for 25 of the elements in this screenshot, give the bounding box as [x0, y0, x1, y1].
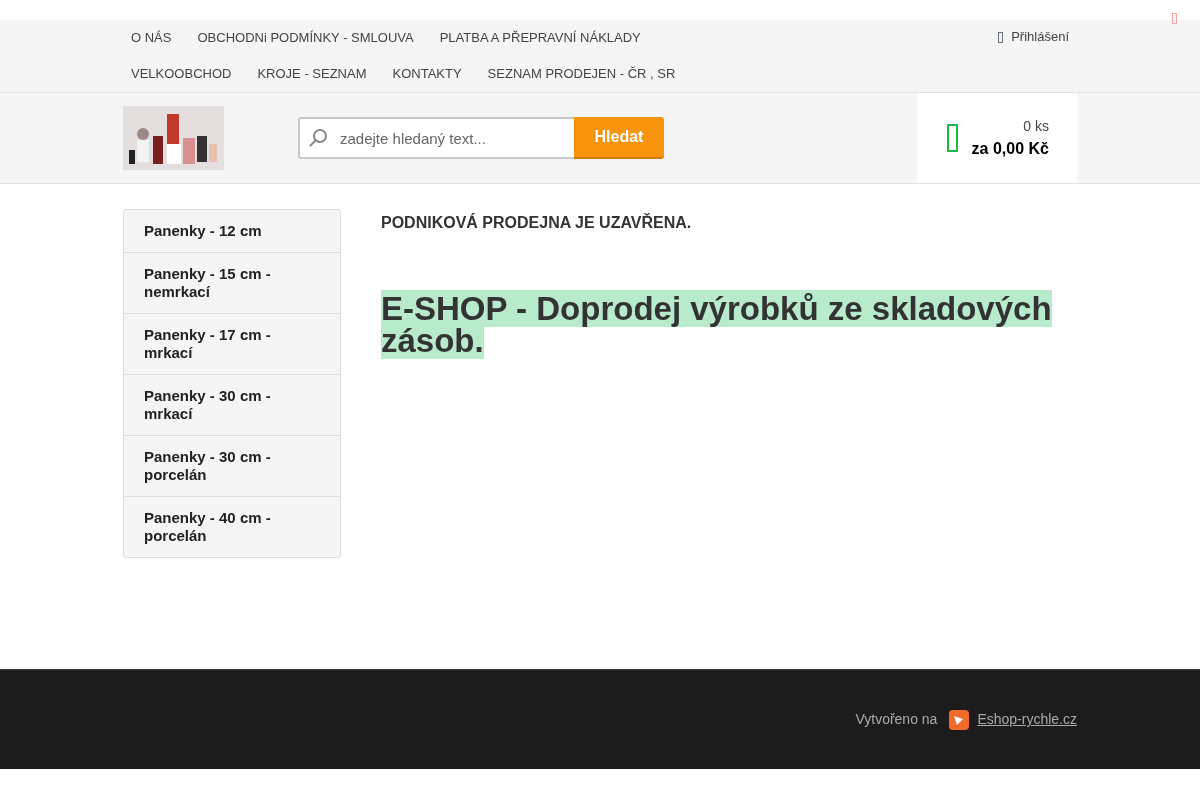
footer-link[interactable]: Eshop-rychle.cz: [977, 709, 1077, 730]
category-link[interactable]: Panenky - 40 cm - porcelán: [124, 496, 340, 557]
search-field[interactable]: zadejte hledaný text...: [298, 117, 574, 159]
category-link[interactable]: Panenky - 30 cm - mrkací: [124, 374, 340, 435]
search-icon: [308, 128, 328, 148]
cart-total: za 0,00 Kč: [971, 138, 1049, 159]
category-link[interactable]: Panenky - 12 cm: [124, 210, 340, 252]
cart-count: 0 ks: [1023, 116, 1049, 136]
menu-link[interactable]: OBCHODNi PODMÍNKY - SMLOUVA: [189, 28, 422, 48]
notice-text: PODNIKOVÁ PRODEJNA JE UZAVŘENA.: [381, 212, 693, 233]
menu-link[interactable]: KONTAKTY: [384, 64, 470, 84]
category-link[interactable]: Panenky - 17 cm - mrkací: [124, 313, 340, 374]
login-link[interactable]: Přihlášení: [1011, 27, 1069, 47]
menu-link[interactable]: VELKOOBCHOD: [123, 64, 240, 84]
category-link[interactable]: Panenky - 30 cm - porcelán: [124, 435, 340, 496]
menu-link[interactable]: KROJE - SEZNAM: [249, 64, 375, 84]
headline: E-SHOP - Doprodej výrobků ze skladových zásob.: [381, 293, 1053, 357]
footer-text: Vytvořeno na: [855, 710, 938, 729]
menu-link[interactable]: O NÁS: [123, 28, 180, 48]
menu-link[interactable]: PLATBA A PŘEPRAVNÍ NÁKLADY: [431, 28, 649, 48]
category-link[interactable]: Panenky - 15 cm - nemrkací: [124, 252, 340, 313]
menu-link[interactable]: SEZNAM PRODEJEN - ČR , SR: [479, 64, 684, 84]
glyph-box-icon: [998, 31, 1004, 43]
logo-icon: [949, 709, 970, 730]
glyph-box-icon: [947, 124, 958, 152]
